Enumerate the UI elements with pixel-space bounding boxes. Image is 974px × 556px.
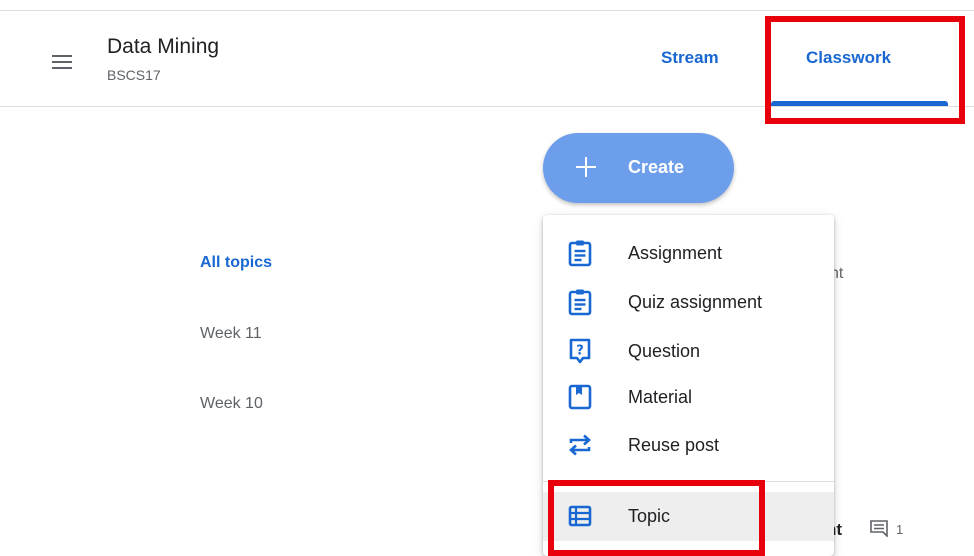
menu-item-label: Reuse post xyxy=(628,435,720,455)
material-icon xyxy=(568,384,592,410)
plus-icon xyxy=(572,153,600,181)
create-button[interactable]: Create xyxy=(543,133,734,203)
main-menu-icon[interactable] xyxy=(52,55,72,69)
top-divider xyxy=(0,10,974,11)
menu-item-quiz-assignment[interactable]: Quiz assignment xyxy=(543,278,834,326)
menu-item-question[interactable]: ? Question xyxy=(543,327,834,375)
comment-icon xyxy=(870,520,888,537)
comment-count: 1 xyxy=(896,522,904,537)
assignment-icon xyxy=(568,240,592,267)
create-button-label: Create xyxy=(628,157,685,177)
quiz-assignment-icon xyxy=(568,289,592,316)
tab-classwork[interactable]: Classwork xyxy=(806,48,891,68)
reuse-icon xyxy=(569,434,591,456)
menu-item-label: Quiz assignment xyxy=(628,292,763,312)
menu-item-assignment[interactable]: Assignment xyxy=(543,229,834,277)
menu-item-label: Topic xyxy=(628,506,671,526)
tab-stream[interactable]: Stream xyxy=(661,48,719,68)
menu-item-reuse-post[interactable]: Reuse post xyxy=(543,421,834,469)
svg-text:?: ? xyxy=(576,344,584,359)
topic-link-week-11[interactable]: Week 11 xyxy=(200,325,262,343)
header-divider xyxy=(0,106,974,107)
menu-item-label: Question xyxy=(628,341,701,361)
menu-divider xyxy=(543,481,834,482)
class-section: BSCS17 xyxy=(107,67,161,83)
question-icon: ? xyxy=(569,338,591,364)
menu-item-label: Assignment xyxy=(628,243,723,263)
class-title[interactable]: Data Mining xyxy=(107,35,219,59)
menu-item-label: Material xyxy=(628,387,693,407)
highlight-box-classwork xyxy=(765,16,965,124)
create-menu: Assignment Quiz assignment ? Question Ma… xyxy=(543,215,834,556)
menu-item-topic[interactable]: Topic xyxy=(543,492,834,541)
topic-link-week-10[interactable]: Week 10 xyxy=(200,395,263,413)
menu-item-material[interactable]: Material xyxy=(543,373,834,421)
topic-link-all[interactable]: All topics xyxy=(200,254,272,272)
topic-icon xyxy=(568,505,592,527)
